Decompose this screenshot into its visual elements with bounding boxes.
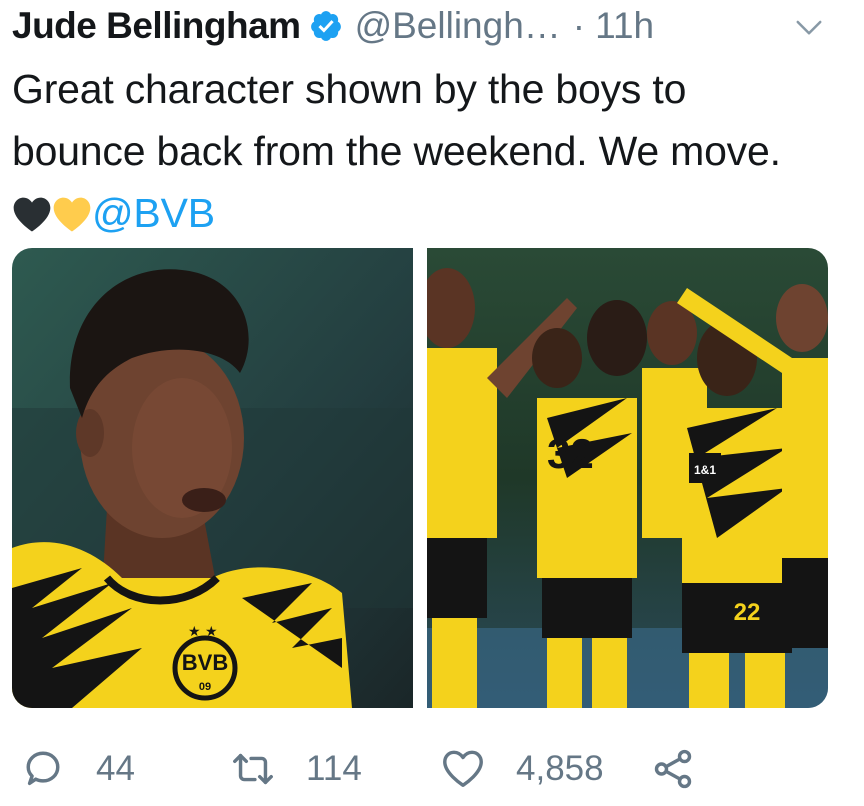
verified-badge-icon <box>310 11 341 41</box>
author-name[interactable]: Jude Bellingham <box>12 5 301 47</box>
retweet-icon <box>233 753 273 785</box>
portrait-image: BVB 09 ★ ★ <box>12 248 413 708</box>
share-button[interactable] <box>650 738 696 800</box>
media-grid: BVB 09 ★ ★ 32 1&1 22 <box>12 248 828 708</box>
black-heart-icon <box>13 197 51 232</box>
author-handle[interactable]: @Bellingh… <box>355 5 561 47</box>
retweet-count: 114 <box>306 749 362 788</box>
reply-button[interactable]: 44 <box>20 738 135 800</box>
yellow-heart-icon <box>53 197 91 232</box>
sponsor-text: 1&1 <box>694 463 716 477</box>
celebration-image: 32 1&1 22 <box>427 248 828 708</box>
chevron-down-icon[interactable] <box>794 12 824 42</box>
tweet-body: Great character shown by the boys to bou… <box>12 66 781 174</box>
tweet-header: Jude Bellingham @Bellingh… · 11h <box>12 2 852 50</box>
reply-icon <box>26 751 60 786</box>
photo-portrait[interactable]: BVB 09 ★ ★ <box>12 248 413 708</box>
share-icon <box>654 749 692 789</box>
heart-icon <box>443 750 483 788</box>
separator-dot: · <box>572 5 586 46</box>
photo-celebration[interactable]: 32 1&1 22 <box>427 248 828 708</box>
retweet-button[interactable]: 114 <box>230 738 362 800</box>
mention-link[interactable]: @BVB <box>92 190 215 236</box>
tweet-actions: 44 114 4,858 <box>20 738 840 800</box>
like-count: 4,858 <box>516 749 604 788</box>
timestamp[interactable]: 11h <box>595 5 654 47</box>
svg-text:★ ★: ★ ★ <box>188 624 218 640</box>
reply-count: 44 <box>96 749 135 788</box>
svg-text:32: 32 <box>547 430 594 477</box>
like-button[interactable]: 4,858 <box>440 738 604 800</box>
tweet: Jude Bellingham @Bellingh… · 11h Great c… <box>0 0 864 806</box>
crest-year: 09 <box>199 681 211 693</box>
tweet-text: Great character shown by the boys to bou… <box>12 58 812 244</box>
shorts-number: 22 <box>734 599 761 626</box>
crest-text: BVB <box>182 650 228 675</box>
